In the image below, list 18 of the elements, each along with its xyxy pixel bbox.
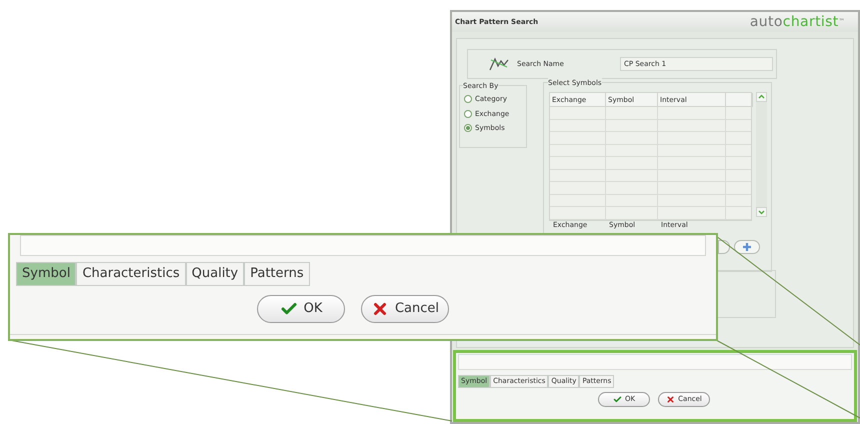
scroll-up-icon[interactable] bbox=[756, 92, 767, 102]
tab[interactable]: Patterns bbox=[244, 262, 310, 286]
ok-button[interactable]: OK bbox=[257, 294, 345, 322]
check-icon bbox=[612, 394, 622, 404]
dropdown-button[interactable] bbox=[718, 240, 730, 254]
scroll-bar[interactable] bbox=[756, 92, 767, 217]
scroll-down-icon[interactable] bbox=[756, 207, 767, 217]
radio-button[interactable] bbox=[464, 124, 472, 132]
radio-button[interactable] bbox=[464, 110, 472, 118]
radio-button[interactable] bbox=[464, 95, 472, 104]
tab[interactable]: Quality bbox=[186, 262, 244, 286]
tab[interactable]: Symbol bbox=[16, 262, 76, 286]
cross-icon bbox=[666, 394, 676, 404]
logo: autochartist$^{™}$ bbox=[750, 12, 846, 32]
chart-pattern-icon bbox=[489, 57, 509, 71]
tab[interactable]: Characteristics bbox=[76, 262, 186, 286]
add-button[interactable] bbox=[734, 240, 760, 254]
cancel-button[interactable]: Cancel bbox=[361, 294, 449, 322]
